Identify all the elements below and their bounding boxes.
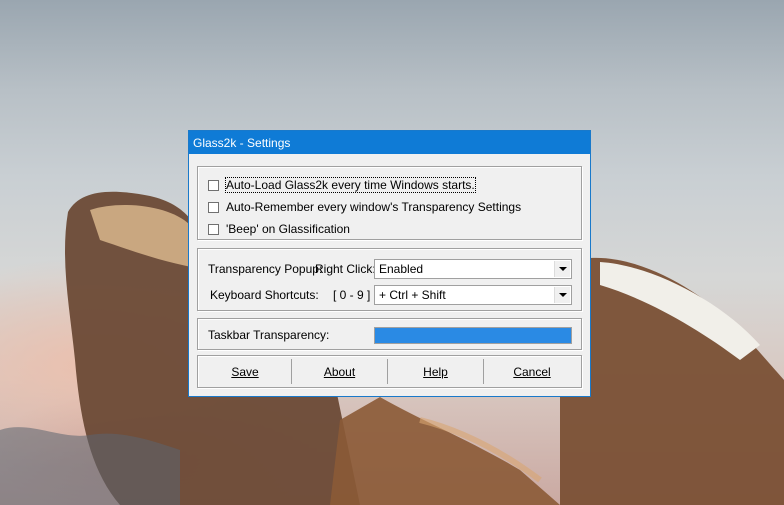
- settings-window: Glass2k - Settings Auto-Load Glass2k eve…: [188, 130, 591, 397]
- autoload-checkbox-row[interactable]: Auto-Load Glass2k every time Windows sta…: [208, 177, 476, 193]
- autoload-checkbox[interactable]: [208, 179, 219, 191]
- button-group: Save About Help Cancel: [197, 355, 582, 388]
- popup-select-value: Enabled: [379, 262, 424, 276]
- shortcuts-range-label: [ 0 - 9 ] :: [333, 288, 378, 302]
- about-button[interactable]: About: [292, 359, 388, 384]
- cancel-button[interactable]: Cancel: [484, 359, 580, 384]
- chevron-down-icon[interactable]: [554, 287, 570, 303]
- autoload-label[interactable]: Auto-Load Glass2k every time Windows sta…: [225, 177, 476, 193]
- beep-checkbox[interactable]: [208, 223, 219, 235]
- window-title: Glass2k - Settings: [193, 135, 291, 150]
- taskbar-group: Taskbar Transparency:: [197, 318, 582, 350]
- chevron-down-icon[interactable]: [554, 261, 570, 277]
- beep-label[interactable]: 'Beep' on Glassification: [226, 222, 350, 236]
- shortcuts-select-value: + Ctrl + Shift: [379, 288, 446, 302]
- taskbar-transparency-fill: [375, 328, 571, 343]
- shortcuts-label: Keyboard Shortcuts:: [210, 288, 319, 302]
- window-titlebar[interactable]: Glass2k - Settings: [189, 131, 590, 154]
- popup-shortcuts-group: Transparency Popup: Right Click: Enabled…: [197, 248, 582, 311]
- save-button[interactable]: Save: [199, 359, 292, 384]
- autoremember-checkbox[interactable]: [208, 201, 219, 213]
- taskbar-transparency-label: Taskbar Transparency:: [208, 328, 330, 342]
- shortcuts-select[interactable]: + Ctrl + Shift: [374, 285, 572, 305]
- popup-label: Transparency Popup:: [208, 262, 323, 276]
- popup-trigger-label: Right Click:: [315, 262, 376, 276]
- beep-checkbox-row[interactable]: 'Beep' on Glassification: [208, 222, 350, 236]
- help-button[interactable]: Help: [388, 359, 484, 384]
- taskbar-transparency-slider[interactable]: [374, 327, 572, 344]
- autoremember-checkbox-row[interactable]: Auto-Remember every window's Transparenc…: [208, 200, 521, 214]
- button-row: Save About Help Cancel: [199, 359, 580, 384]
- autoremember-label[interactable]: Auto-Remember every window's Transparenc…: [226, 200, 521, 214]
- general-options-group: Auto-Load Glass2k every time Windows sta…: [197, 166, 582, 240]
- popup-select[interactable]: Enabled: [374, 259, 572, 279]
